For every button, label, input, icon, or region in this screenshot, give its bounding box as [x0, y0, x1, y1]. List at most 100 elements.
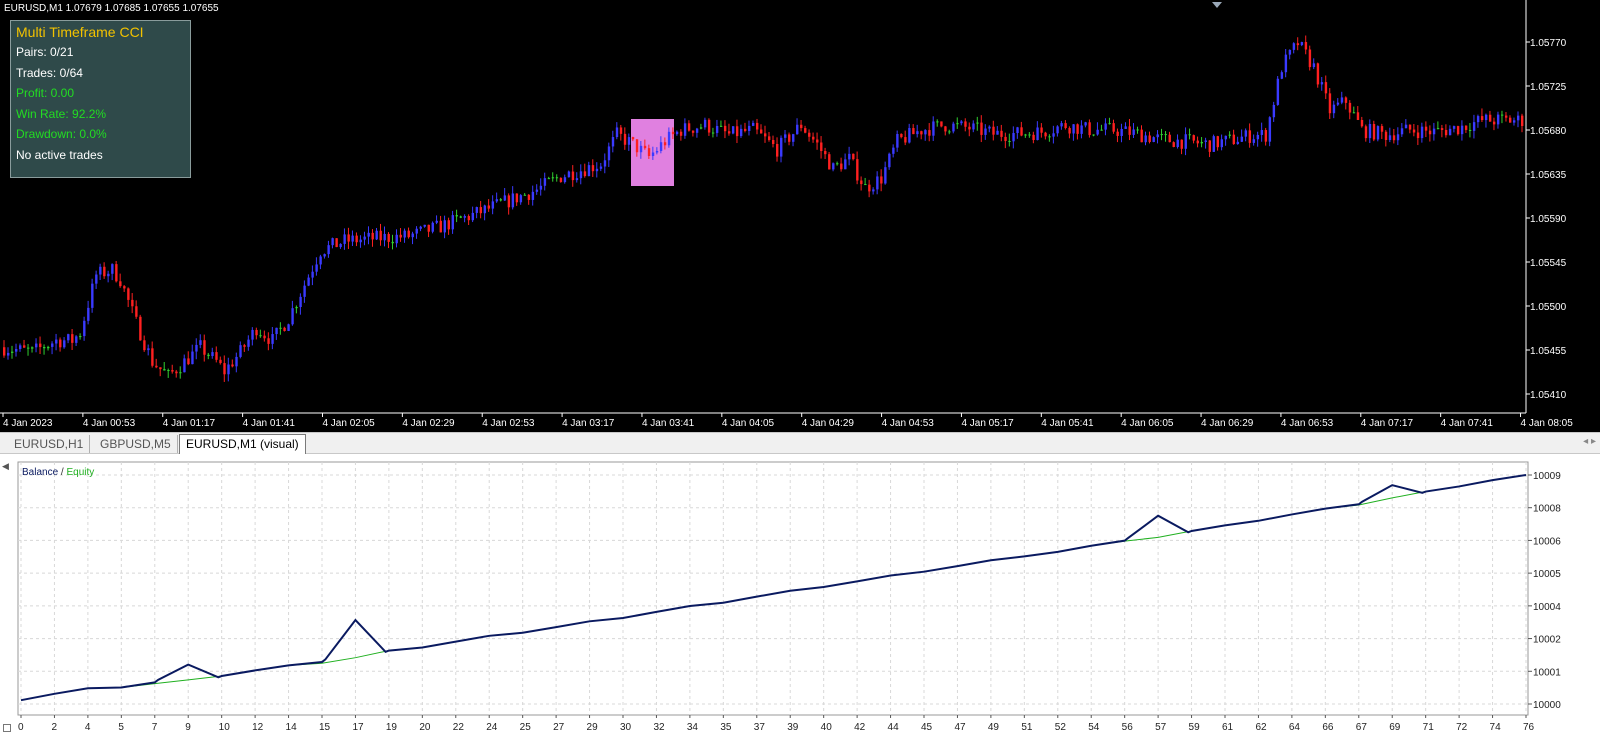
balance-x-tick-label: 56	[1122, 722, 1134, 733]
candle-body	[391, 241, 394, 244]
balance-x-tick-label: 2	[51, 722, 57, 733]
scroll-left-icon[interactable]: ◀	[2, 462, 9, 472]
balance-x-tick-label: 42	[854, 722, 866, 733]
balance-x-tick-label: 37	[754, 722, 766, 733]
candle-body	[1492, 121, 1496, 125]
price-chart-svg[interactable]: 1.05770 1.05725 1.05680 1.05635 1.05590 1.055…	[0, 0, 1600, 432]
time-tick-label: 4 Jan 05:41	[1041, 418, 1094, 429]
candle-body	[627, 137, 631, 145]
candle-body	[155, 365, 158, 368]
candle-body	[423, 224, 426, 227]
candle-body	[759, 129, 763, 134]
candle-body	[399, 234, 402, 238]
candle-body	[1064, 123, 1067, 129]
candle-body	[848, 153, 851, 160]
tab-eurusd-m1-visual[interactable]: EURUSD,M1 (visual)	[179, 434, 306, 454]
candle-body	[603, 160, 607, 167]
balance-x-tick-label: 69	[1389, 722, 1401, 733]
candle-body	[1284, 54, 1288, 73]
candle-body	[291, 308, 294, 325]
candle-body	[703, 119, 707, 128]
candle-body	[912, 128, 915, 135]
candle-body	[1464, 125, 1468, 130]
candle-body	[211, 352, 214, 357]
candle-body	[331, 238, 334, 246]
candle-body	[1420, 126, 1424, 139]
candle-body	[415, 228, 418, 234]
candle-body	[788, 134, 791, 142]
candle-body	[1312, 63, 1316, 68]
balance-x-tick-label: 32	[653, 722, 665, 733]
price-chart[interactable]: 1.05770 1.05725 1.05680 1.05635 1.05590 1.055…	[0, 0, 1600, 432]
candle-body	[583, 171, 587, 177]
candle-body	[27, 347, 30, 349]
candle-body	[647, 148, 651, 156]
candle-body	[1032, 134, 1035, 141]
candle-body	[1324, 82, 1328, 94]
tab-scroll-arrows-icon[interactable]: ◂ ▸	[1583, 436, 1596, 447]
candle-body	[1328, 93, 1332, 114]
candle-body	[623, 133, 627, 145]
candle-body	[231, 364, 234, 367]
candle-body	[1380, 126, 1384, 132]
candle-body	[808, 132, 811, 137]
candle-body	[475, 207, 479, 213]
candle-body	[7, 352, 10, 356]
price-tick-label: 1.05545	[1530, 258, 1567, 269]
balance-x-tick-label: 19	[386, 722, 398, 733]
candle-body	[1124, 126, 1127, 129]
candle-body	[63, 340, 66, 348]
time-tick-label: 4 Jan 06:29	[1201, 418, 1254, 429]
candle-body	[223, 363, 226, 375]
candle-body	[1432, 128, 1436, 135]
candle-body	[135, 306, 138, 317]
candle-body	[507, 195, 511, 208]
candle-body	[776, 143, 779, 157]
tab-gbpusd-m5[interactable]: GBPUSD,M5	[94, 435, 178, 453]
candle-body	[1368, 124, 1372, 139]
candle-body	[1336, 102, 1340, 105]
candle-body	[735, 126, 739, 137]
balance-x-tick-label: 40	[821, 722, 833, 733]
candle-body	[1208, 140, 1211, 152]
candle-body	[892, 147, 895, 154]
candle-body	[467, 216, 471, 221]
candle-body	[1408, 124, 1412, 130]
candle-body	[447, 220, 450, 230]
candle-body	[1296, 43, 1300, 46]
balance-x-tick-label: 61	[1222, 722, 1234, 733]
candle-body	[1276, 78, 1280, 105]
candle-body	[203, 340, 206, 355]
balance-x-tick-label: 54	[1088, 722, 1100, 733]
candle-body	[1040, 127, 1043, 133]
candle-body	[499, 199, 503, 201]
candle-body	[615, 127, 619, 138]
candle-body	[972, 123, 975, 130]
candle-body	[179, 372, 182, 374]
balance-x-tick-label: 27	[553, 722, 565, 733]
candle-body	[663, 142, 667, 146]
candle-body	[908, 128, 911, 143]
balance-x-tick-label: 66	[1322, 722, 1334, 733]
time-tick-label: 4 Jan 05:17	[961, 418, 1014, 429]
candle-body	[1288, 49, 1292, 55]
candle-body	[1144, 135, 1147, 143]
candle-body	[820, 142, 823, 152]
candle-body	[259, 335, 262, 337]
candle-body	[31, 347, 34, 349]
time-tick-label: 4 Jan 00:53	[83, 418, 136, 429]
candle-body	[1264, 130, 1268, 142]
candle-body	[587, 165, 591, 177]
candle-body	[755, 122, 759, 130]
tab-eurusd-h1[interactable]: EURUSD,H1	[8, 435, 91, 453]
balance-equity-chart[interactable]: 10009 10008 10006 10005 10004 10002 10001 10000…	[0, 454, 1600, 736]
candle-body	[463, 216, 467, 218]
price-tick-label: 1.05500	[1530, 302, 1567, 313]
balance-chart-svg[interactable]: 10009 10008 10006 10005 10004 10002 10001 10000…	[0, 454, 1600, 736]
balance-x-tick-label: 64	[1289, 722, 1301, 733]
candle-body	[103, 266, 106, 277]
balance-x-tick-label: 15	[319, 722, 331, 733]
candle-body	[860, 180, 863, 185]
candle-body	[523, 194, 527, 196]
candle-body	[984, 128, 987, 135]
